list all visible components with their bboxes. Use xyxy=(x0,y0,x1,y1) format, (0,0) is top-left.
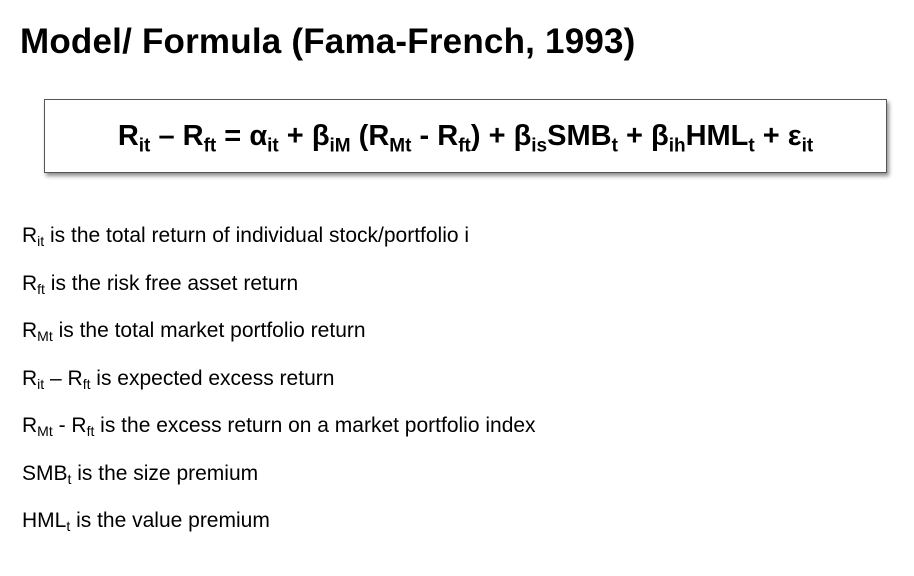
formula-subscript: iM xyxy=(329,135,351,157)
formula-subscript: ih xyxy=(668,135,686,157)
definition-subscript: Mt xyxy=(37,328,53,345)
definition-symbol: R xyxy=(22,271,38,295)
definition-subscript: ft xyxy=(37,280,45,297)
formula-term: α xyxy=(249,119,268,152)
definition-subscript: Mt xyxy=(37,423,53,440)
definition-text: is expected excess return xyxy=(90,366,335,390)
definition-item: Rft is the risk free asset return xyxy=(22,268,536,316)
definition-text: is the excess return on a market portfol… xyxy=(94,414,536,437)
definition-item: RMt is the total market portfolio return xyxy=(22,315,536,363)
formula-term: β xyxy=(513,119,532,152)
formula-box: Rit – Rft = αit + βiM (RMt - Rft) + βisS… xyxy=(44,99,887,173)
formula-subscript: it xyxy=(801,135,814,157)
formula-operator: + xyxy=(278,119,312,152)
formula-term: R xyxy=(368,119,390,152)
formula-operator: + xyxy=(754,119,788,152)
formula-subscript: Mt xyxy=(389,135,412,157)
definition-symbol: R xyxy=(22,414,38,437)
definition-text: is the risk free asset return xyxy=(44,271,299,295)
fama-french-formula: Rit – Rft = αit + βiM (RMt - Rft) + βisS… xyxy=(117,119,813,155)
definition-symbol: HML xyxy=(22,509,67,532)
formula-term: β xyxy=(311,119,330,152)
definition-text: is the total market portfolio return xyxy=(52,319,366,342)
formula-subscript: it xyxy=(267,135,279,157)
definition-symbol: R xyxy=(22,319,38,342)
formula-operator: = xyxy=(216,119,250,152)
formula-paren: ( xyxy=(350,119,369,152)
formula-term: R xyxy=(182,119,204,152)
slide-title: Model/ Formula (Fama-French, 1993) xyxy=(20,22,636,61)
formula-term: HML xyxy=(685,119,749,152)
definition-symbol: R xyxy=(22,224,38,247)
formula-operator: + xyxy=(617,119,651,152)
definition-symbol: SMB xyxy=(22,461,68,485)
formula-term: R xyxy=(117,119,139,152)
formula-subscript: ft xyxy=(203,135,217,157)
formula-subscript: it xyxy=(138,135,151,157)
definition-symbol: – R xyxy=(44,366,83,390)
definition-item: Rit – Rft is expected excess return xyxy=(22,363,536,411)
definitions-list: Rit is the total return of individual st… xyxy=(22,220,536,553)
definition-symbol: R xyxy=(22,366,38,390)
definition-item: HMLt is the value premium xyxy=(22,505,536,553)
formula-term: ε xyxy=(787,119,802,152)
formula-paren: ) xyxy=(470,119,481,152)
definition-text: is the size premium xyxy=(71,461,259,485)
definition-text: is the value premium xyxy=(70,509,270,532)
formula-term: R xyxy=(437,119,459,152)
formula-subscript: ft xyxy=(458,135,471,157)
formula-operator: – xyxy=(150,119,183,152)
definition-item: RMt - Rft is the excess return on a mark… xyxy=(22,410,536,458)
formula-term: β xyxy=(650,119,669,152)
formula-term: SMB xyxy=(547,119,612,152)
formula-operator: + xyxy=(480,119,514,152)
formula-subscript: is xyxy=(531,135,548,157)
definition-text: is the total return of individual stock/… xyxy=(44,224,470,247)
definition-item: SMBt is the size premium xyxy=(22,458,536,506)
definition-item: Rit is the total return of individual st… xyxy=(22,220,536,268)
formula-operator: - xyxy=(411,119,438,152)
definition-symbol: - R xyxy=(52,414,87,437)
